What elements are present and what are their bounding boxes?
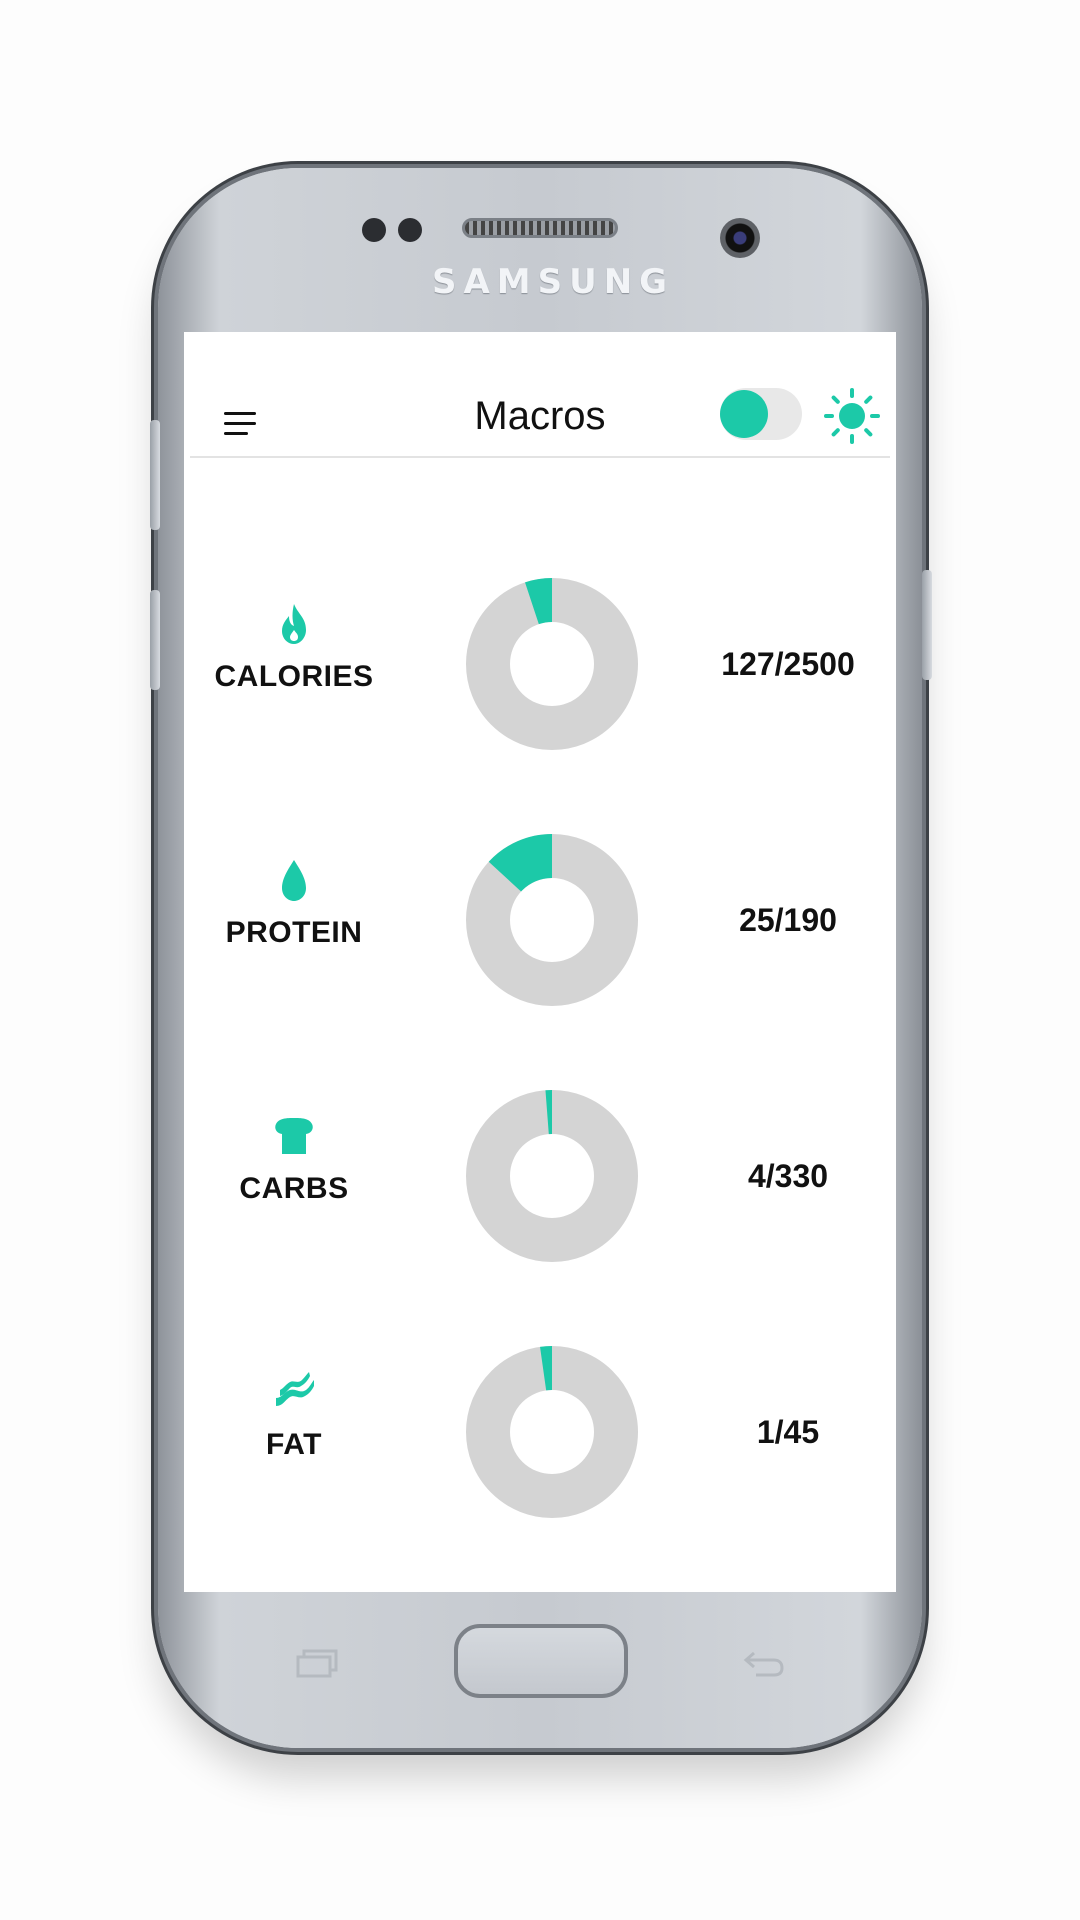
- bixby-button: [150, 590, 160, 690]
- bread-icon: [275, 1118, 313, 1154]
- volume-button: [150, 420, 160, 530]
- macro-row-fat: FAT 1/45: [184, 1332, 896, 1532]
- power-button: [922, 570, 932, 680]
- earpiece-speaker: [462, 218, 618, 238]
- macro-label: FAT: [266, 1428, 322, 1461]
- app-bar: Macros: [190, 332, 890, 458]
- recents-key-icon[interactable]: [296, 1648, 340, 1678]
- bacon-icon: [276, 1372, 314, 1406]
- macro-value: 4/330: [747, 1158, 829, 1194]
- macro-label: CALORIES: [214, 660, 374, 693]
- macro-value: 1/45: [756, 1414, 820, 1450]
- progress-donut: [466, 1346, 638, 1518]
- macro-label: PROTEIN: [225, 916, 363, 949]
- proximity-sensor: [362, 218, 386, 242]
- macro-label-group: CARBS: [204, 1076, 384, 1276]
- front-camera: [720, 218, 760, 258]
- macro-label: CARBS: [239, 1172, 349, 1205]
- progress-donut: [466, 1090, 638, 1262]
- back-key-icon[interactable]: [742, 1648, 786, 1678]
- macro-value: 25/190: [739, 902, 837, 938]
- drop-icon: [282, 860, 306, 901]
- brand-logo: SAMSUNG: [432, 262, 675, 302]
- toggle-knob: [720, 390, 768, 438]
- macro-row-calories: CALORIES 127/2500: [184, 564, 896, 764]
- macro-row-carbs: CARBS 4/330: [184, 1076, 896, 1276]
- home-button[interactable]: [454, 1624, 628, 1698]
- progress-donut: [466, 834, 638, 1006]
- macro-label-group: PROTEIN: [204, 820, 384, 1020]
- macro-label-group: CALORIES: [204, 564, 384, 764]
- progress-donut: [466, 578, 638, 750]
- light-sensor: [398, 218, 422, 242]
- theme-toggle[interactable]: [720, 388, 802, 440]
- macro-row-protein: PROTEIN 25/190: [184, 820, 896, 1020]
- sun-icon[interactable]: [824, 388, 880, 444]
- flame-icon: [282, 604, 306, 644]
- macro-label-group: FAT: [204, 1332, 384, 1532]
- app-screen: Macros CALORIES 127/2500 PROTEIN 25/190 …: [184, 332, 896, 1592]
- macro-value: 127/2500: [721, 646, 855, 682]
